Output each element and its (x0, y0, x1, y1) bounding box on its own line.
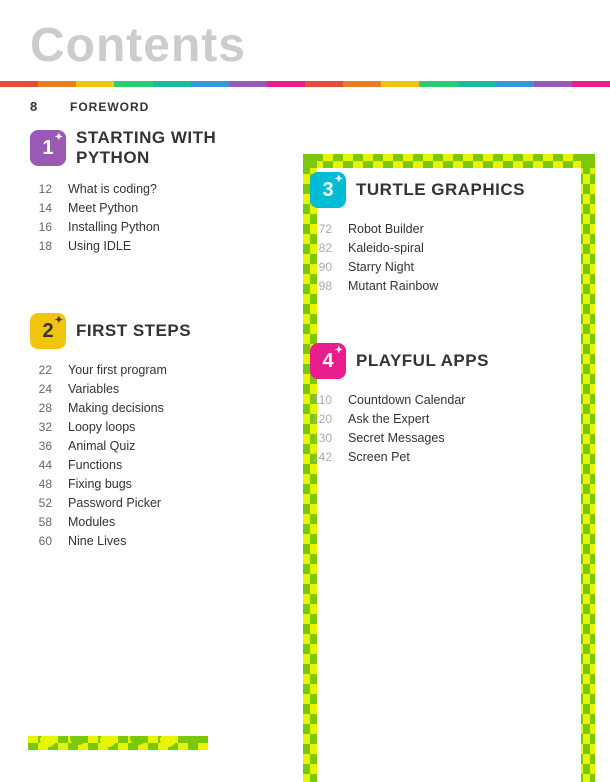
foreword-row: 8 FOREWORD (0, 87, 610, 124)
page: Contents 8 FOREWORD 1 (0, 0, 610, 782)
rainbow-bar (0, 81, 610, 87)
toc-entry: 142 Screen Pet (310, 450, 538, 464)
chapter-3-heading: 3 ✦ TURTLE GRAPHICS (310, 172, 538, 208)
chapter-3-section: 3 ✦ TURTLE GRAPHICS 72 Robot Builder 82 … (310, 172, 538, 293)
content-area: 1 ✦ STARTING WITH PYTHON 12 What is codi… (0, 124, 610, 566)
chapter-4-entries: 110 Countdown Calendar 120 Ask the Exper… (310, 393, 538, 464)
chapter-2-entries: 22 Your first program 24 Variables 28 Ma… (30, 363, 270, 548)
toc-entry: 52 Password Picker (30, 496, 270, 510)
toc-entry: 14 Meet Python (30, 201, 270, 215)
toc-entry: 24 Variables (30, 382, 270, 396)
chapter-2-section: 2 ✦ FIRST STEPS 22 Your first program 24… (30, 313, 270, 548)
right-column: 3 ✦ TURTLE GRAPHICS 72 Robot Builder 82 … (280, 124, 580, 566)
toc-entry: 72 Robot Builder (310, 222, 538, 236)
toc-entry: 98 Mutant Rainbow (310, 279, 538, 293)
chapter-2-badge: 2 ✦ (30, 313, 66, 349)
toc-entry: 22 Your first program (30, 363, 270, 377)
toc-entry: 36 Animal Quiz (30, 439, 270, 453)
chapter-1-entries: 12 What is coding? 14 Meet Python 16 Ins… (30, 182, 270, 253)
chapter-1-section: 1 ✦ STARTING WITH PYTHON 12 What is codi… (30, 128, 270, 253)
chapter-1-heading: 1 ✦ STARTING WITH PYTHON (30, 128, 270, 168)
chapter-3-title: TURTLE GRAPHICS (356, 180, 525, 200)
toc-entry: 32 Loopy loops (30, 420, 270, 434)
toc-entry: 48 Fixing bugs (30, 477, 270, 491)
toc-entry: 44 Functions (30, 458, 270, 472)
chapter-2-heading: 2 ✦ FIRST STEPS (30, 313, 270, 349)
toc-entry: 90 Starry Night (310, 260, 538, 274)
toc-entry: 58 Modules (30, 515, 270, 529)
chapter-1-title: STARTING WITH PYTHON (76, 128, 270, 168)
bottom-snake-left (28, 736, 208, 764)
toc-entry: 28 Making decisions (30, 401, 270, 415)
chapter-4-title: PLAYFUL APPS (356, 351, 489, 371)
chapter-3-entries: 72 Robot Builder 82 Kaleido-spiral 90 St… (310, 222, 538, 293)
foreword-page: 8 (30, 99, 50, 114)
left-column: 1 ✦ STARTING WITH PYTHON 12 What is codi… (30, 124, 270, 566)
toc-entry: 82 Kaleido-spiral (310, 241, 538, 255)
toc-entry: 130 Secret Messages (310, 431, 538, 445)
page-title: Contents (30, 18, 580, 73)
chapter-4-badge: 4 ✦ (310, 343, 346, 379)
title-section: Contents (0, 0, 610, 81)
chapter-4-heading: 4 ✦ PLAYFUL APPS (310, 343, 538, 379)
toc-entry: 110 Countdown Calendar (310, 393, 538, 407)
toc-entry: 60 Nine Lives (30, 534, 270, 548)
right-panel-content: 3 ✦ TURTLE GRAPHICS 72 Robot Builder 82 … (294, 154, 554, 496)
chapter-2-title: FIRST STEPS (76, 321, 191, 341)
toc-entry: 120 Ask the Expert (310, 412, 538, 426)
chapter-1-badge: 1 ✦ (30, 130, 66, 166)
chapter-4-section: 4 ✦ PLAYFUL APPS 110 Countdown Calendar … (310, 343, 538, 464)
foreword-label: FOREWORD (70, 100, 149, 114)
toc-entry: 16 Installing Python (30, 220, 270, 234)
toc-entry: 12 What is coding? (30, 182, 270, 196)
chapter-3-badge: 3 ✦ (310, 172, 346, 208)
toc-entry: 18 Using IDLE (30, 239, 270, 253)
